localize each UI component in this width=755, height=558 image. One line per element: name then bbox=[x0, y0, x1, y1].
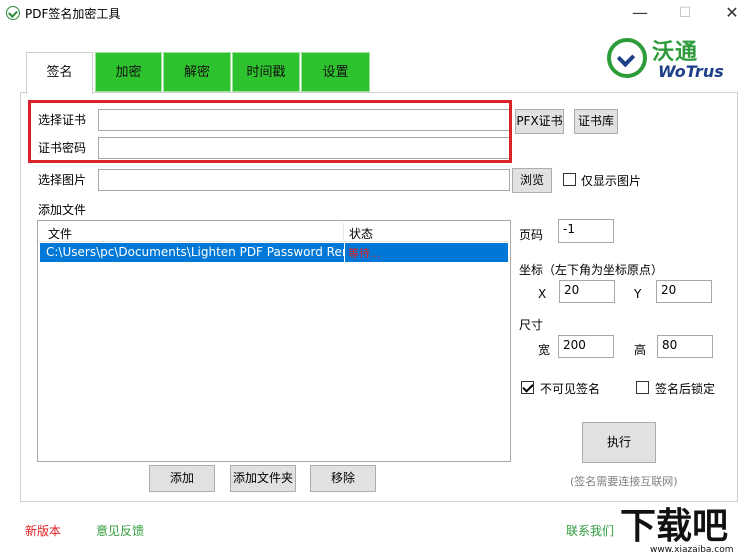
width-input[interactable]: 200 bbox=[558, 335, 614, 358]
only-image-checkbox[interactable] bbox=[563, 173, 576, 186]
wotrus-logo-icon bbox=[607, 38, 647, 78]
column-status[interactable]: 状态 bbox=[349, 225, 373, 242]
browse-button[interactable]: 浏览 bbox=[512, 168, 552, 193]
x-label: X bbox=[538, 287, 547, 301]
invisible-signature-checkbox[interactable] bbox=[521, 381, 534, 394]
window-title: PDF签名加密工具 bbox=[25, 7, 121, 21]
watermark-logo: 下载吧 bbox=[620, 506, 729, 547]
only-image-label: 仅显示图片 bbox=[581, 174, 642, 188]
contact-link[interactable]: 联系我们 bbox=[566, 522, 614, 539]
watermark-url: www.xiazaiba.com bbox=[650, 545, 734, 555]
tab-sign[interactable]: 签名 bbox=[26, 52, 93, 94]
add-files-label: 添加文件 bbox=[38, 203, 87, 217]
page-label: 页码 bbox=[519, 228, 544, 242]
network-note: (签名需要连接互联网) bbox=[570, 475, 678, 488]
column-file[interactable]: 文件 bbox=[48, 225, 72, 242]
row-file-path: C:\Users\pc\Documents\Lighten PDF Passwo… bbox=[46, 245, 344, 259]
remove-button[interactable]: 移除 bbox=[310, 465, 376, 492]
row-status: 等待... bbox=[348, 247, 381, 260]
title-bar: PDF签名加密工具 — ☐ ✕ bbox=[0, 0, 755, 28]
page-input[interactable]: -1 bbox=[558, 219, 614, 243]
tab-decrypt[interactable]: 解密 bbox=[163, 52, 231, 92]
app-icon bbox=[6, 6, 20, 20]
image-label: 选择图片 bbox=[38, 173, 87, 187]
new-version-link[interactable]: 新版本 bbox=[25, 522, 61, 539]
minimize-icon[interactable]: — bbox=[630, 4, 650, 22]
add-button[interactable]: 添加 bbox=[149, 465, 215, 492]
row-separator bbox=[344, 243, 345, 262]
maximize-icon[interactable]: ☐ bbox=[675, 4, 695, 22]
pfx-cert-button[interactable]: PFX证书 bbox=[515, 109, 564, 134]
height-label: 高 bbox=[634, 343, 647, 357]
tab-timestamp[interactable]: 时间戳 bbox=[232, 52, 300, 92]
file-list[interactable]: 文件 状态 C:\Users\pc\Documents\Lighten PDF … bbox=[37, 220, 511, 462]
table-row[interactable]: C:\Users\pc\Documents\Lighten PDF Passwo… bbox=[40, 243, 508, 262]
tab-settings[interactable]: 设置 bbox=[301, 52, 370, 92]
tab-encrypt[interactable]: 加密 bbox=[95, 52, 162, 92]
x-input[interactable]: 20 bbox=[559, 280, 615, 303]
invisible-signature-label: 不可见签名 bbox=[540, 382, 601, 396]
feedback-link[interactable]: 意见反馈 bbox=[96, 522, 144, 539]
height-input[interactable]: 80 bbox=[657, 335, 713, 358]
width-label: 宽 bbox=[538, 343, 551, 357]
lock-after-sign-label: 签名后锁定 bbox=[655, 382, 716, 396]
logo-text-en: WoTrus bbox=[658, 62, 724, 81]
cert-store-button[interactable]: 证书库 bbox=[574, 109, 618, 134]
column-separator bbox=[343, 223, 344, 241]
close-icon[interactable]: ✕ bbox=[722, 4, 742, 22]
y-input[interactable]: 20 bbox=[656, 280, 712, 303]
coord-label: 坐标（左下角为坐标原点） bbox=[519, 263, 664, 277]
file-list-header: 文件 状态 bbox=[38, 221, 510, 242]
highlight-box bbox=[28, 100, 512, 163]
lock-after-sign-checkbox[interactable] bbox=[636, 381, 649, 394]
size-label: 尺寸 bbox=[519, 318, 544, 332]
add-folder-button[interactable]: 添加文件夹 bbox=[230, 465, 296, 492]
image-input[interactable] bbox=[98, 169, 510, 191]
y-label: Y bbox=[634, 287, 642, 301]
execute-button[interactable]: 执行 bbox=[582, 422, 656, 463]
